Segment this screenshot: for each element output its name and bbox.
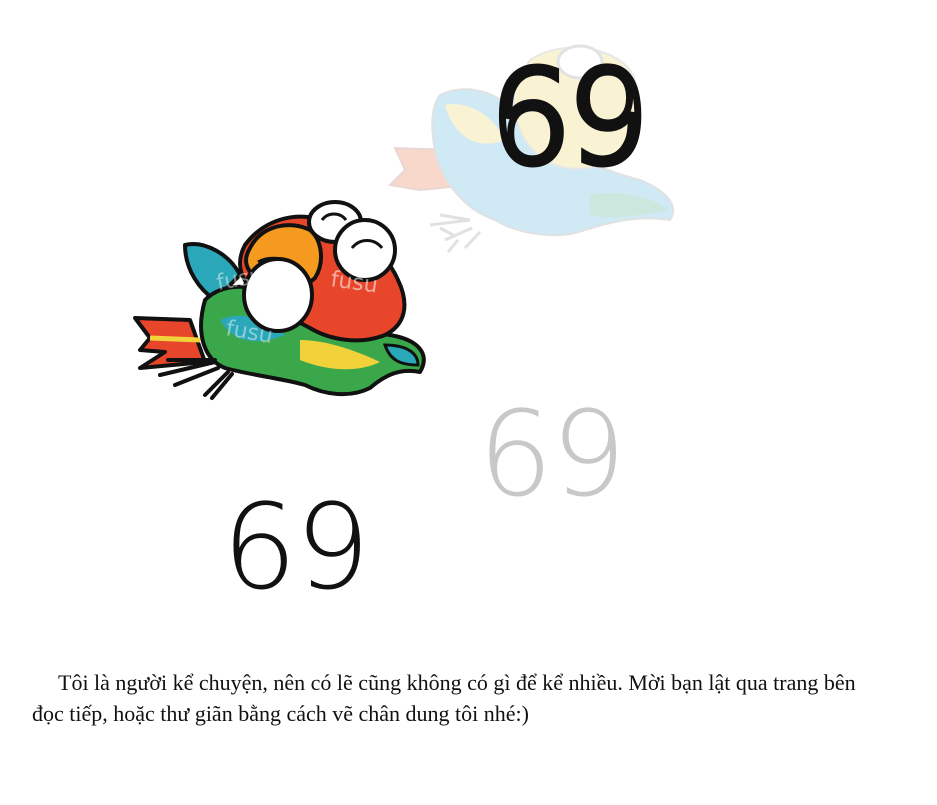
numeral-middle-faded: 69 [478, 385, 624, 523]
parrot-illustration: 69 fusu fusu fusu 69 69 [133, 41, 675, 616]
numeral-top-right: 69 [490, 44, 645, 193]
colored-parrot: fusu fusu fusu [133, 200, 426, 400]
body-paragraph: Tôi là người kể chuyện, nên có lẽ cũng k… [32, 670, 856, 726]
numeral-bottom-left: 69 [222, 478, 368, 616]
